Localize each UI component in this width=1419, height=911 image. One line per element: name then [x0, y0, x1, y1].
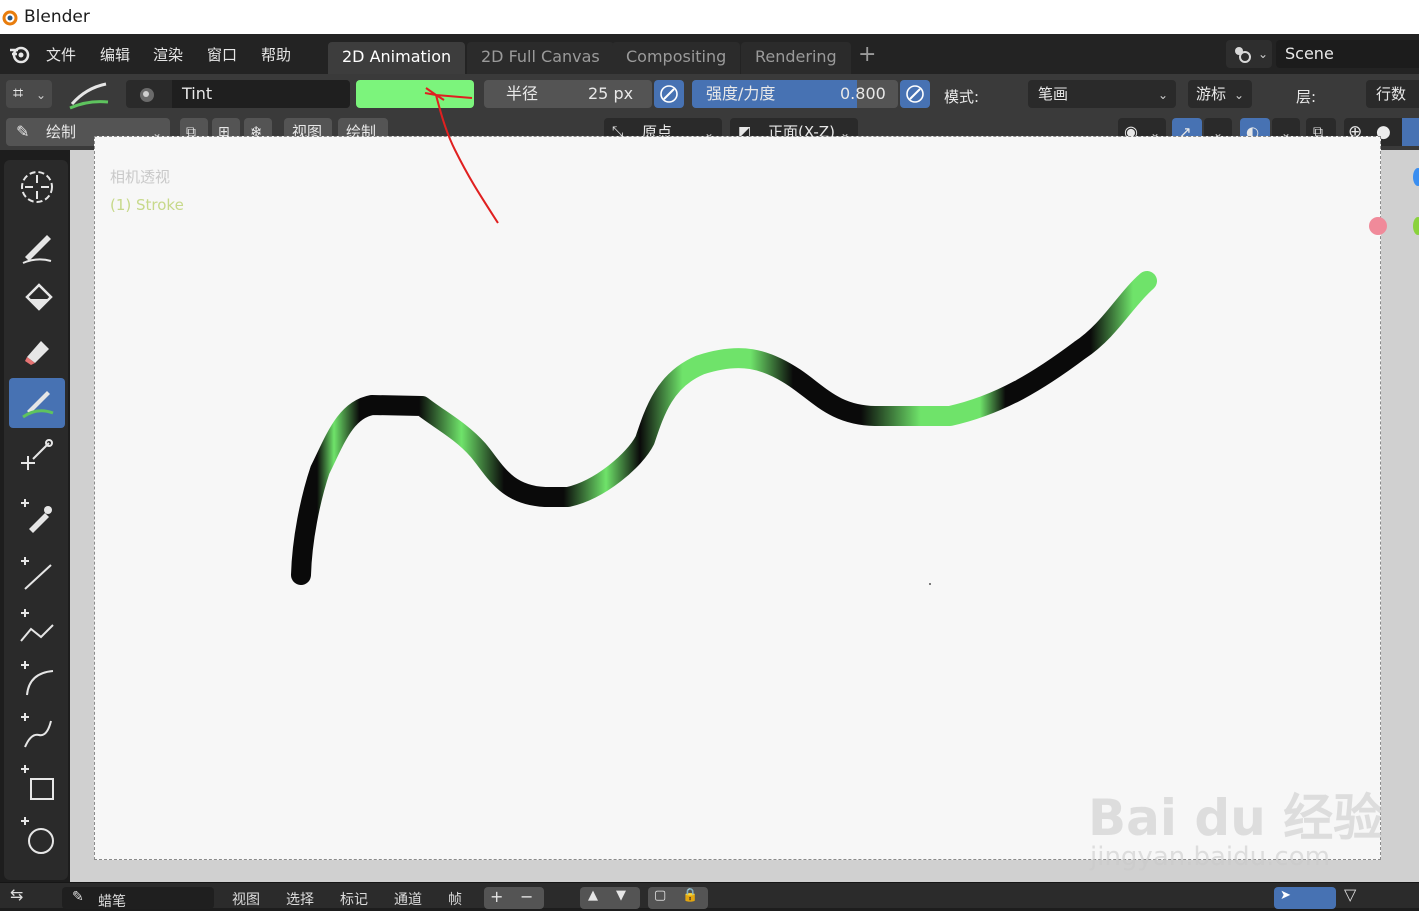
timeline-menu-marker[interactable]: 标记: [340, 889, 368, 909]
cutter-icon: [21, 439, 53, 470]
navigation-gizmo-z-icon[interactable]: [1413, 168, 1419, 186]
only-selected-toggle[interactable]: ➤: [1274, 887, 1336, 909]
line-icon: [21, 557, 52, 590]
navigation-gizmo-x-icon[interactable]: [1369, 217, 1387, 235]
dopesheet-header: ⇆ ✎ 蜡笔 视图 选择 标记 通道 帧 + − ▲ ▼ ▢ 🔒 ➤ ▽: [0, 882, 1419, 910]
arrow-down-icon[interactable]: ▼: [616, 888, 626, 903]
tool-line[interactable]: [9, 550, 65, 600]
tool-box[interactable]: [9, 758, 65, 808]
minus-icon[interactable]: −: [520, 887, 533, 906]
arc-icon: [21, 661, 54, 696]
tool-fill[interactable]: [9, 274, 65, 324]
timeline-menu-channel[interactable]: 通道: [394, 889, 422, 909]
tool-erase[interactable]: [9, 326, 65, 376]
filter-icon[interactable]: ▽: [1344, 885, 1356, 904]
pencil-tool-icon: [22, 235, 52, 264]
polyline-icon: [20, 609, 54, 642]
tool-curve[interactable]: [9, 706, 65, 756]
tool-shelf: [4, 160, 68, 880]
curve-icon: [21, 713, 52, 748]
select-arrow-icon: ➤: [1280, 888, 1291, 903]
watermark-logo: Bai du 经验: [1088, 789, 1384, 847]
plus-icon[interactable]: +: [490, 887, 503, 906]
tool-tint[interactable]: [9, 378, 65, 428]
box-icon: [21, 765, 54, 800]
tool-cutter[interactable]: [9, 430, 65, 480]
tool-cursor[interactable]: [9, 162, 65, 212]
timeline-menu-select[interactable]: 选择: [286, 889, 314, 909]
pencil-icon: ✎: [72, 889, 84, 905]
tint-tool-icon: [22, 391, 54, 419]
tool-draw[interactable]: [9, 222, 65, 272]
add-remove-layer-buttons[interactable]: + −: [484, 887, 544, 909]
editor-type-icon[interactable]: ⇆: [10, 885, 23, 904]
eyedropper-icon: [21, 499, 52, 533]
tool-eyedropper[interactable]: [9, 490, 65, 540]
move-layer-buttons[interactable]: ▲ ▼: [580, 887, 640, 909]
tool-arc[interactable]: [9, 654, 65, 704]
timeline-menu-frame[interactable]: 帧: [448, 889, 462, 909]
cursor-tool-icon: [21, 171, 53, 203]
arrow-up-icon[interactable]: ▲: [588, 888, 598, 903]
grease-pencil-stroke: [291, 87, 1157, 585]
dopesheet-mode-label: 蜡笔: [98, 894, 126, 910]
watermark-url: jingyan.baidu.com: [1090, 842, 1330, 872]
lock-icon[interactable]: 🔒: [682, 888, 698, 903]
dopesheet-mode-dropdown[interactable]: ✎ 蜡笔: [62, 887, 214, 910]
eraser-icon: [25, 341, 49, 365]
navigation-gizmo-y-icon[interactable]: [1413, 217, 1419, 235]
tool-polyline[interactable]: [9, 602, 65, 652]
bucket-fill-icon: [25, 283, 53, 311]
tool-circle[interactable]: [9, 810, 65, 860]
mask-icon[interactable]: ▢: [654, 888, 666, 903]
timeline-menu-view[interactable]: 视图: [232, 889, 260, 909]
layer-mask-buttons[interactable]: ▢ 🔒: [648, 887, 708, 909]
circle-icon: [21, 817, 54, 854]
